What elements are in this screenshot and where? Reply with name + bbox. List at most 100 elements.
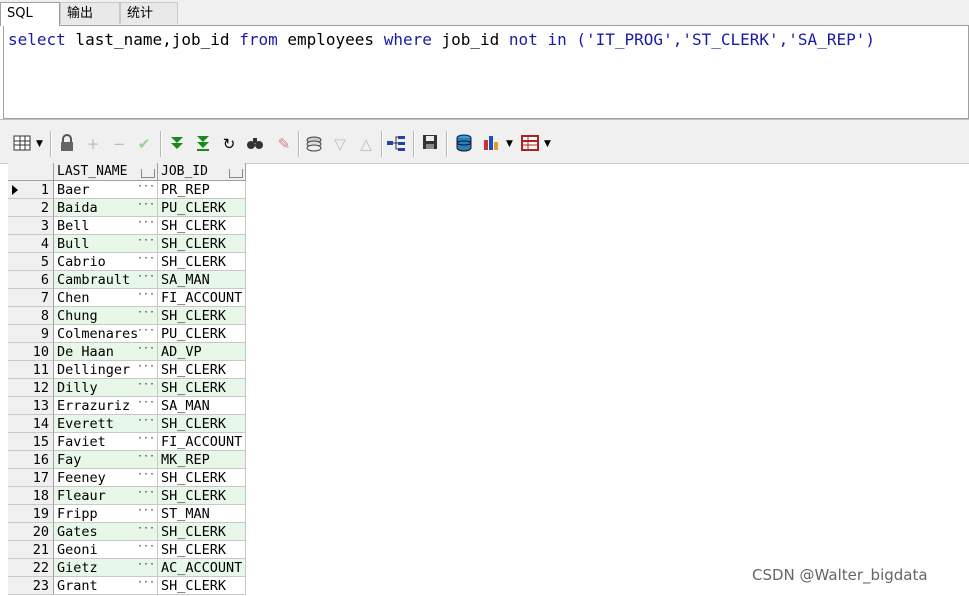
ellipsis-icon[interactable]: ··· xyxy=(137,577,155,592)
column-sort-icon[interactable] xyxy=(229,169,243,178)
table-row[interactable]: 20 Gates ··· SH_CLERK xyxy=(8,523,246,541)
ellipsis-icon[interactable]: ··· xyxy=(137,541,155,556)
table-row[interactable]: 18 Fleaur ··· SH_CLERK xyxy=(8,487,246,505)
cell-last-name[interactable]: Dilly ··· xyxy=(54,379,158,397)
cell-job-id[interactable]: SH_CLERK xyxy=(158,523,246,541)
plus-icon[interactable]: + xyxy=(83,134,103,154)
row-number[interactable]: 13 xyxy=(8,397,54,415)
ellipsis-icon[interactable]: ··· xyxy=(137,181,155,196)
table-row[interactable]: 4 Bull ··· SH_CLERK xyxy=(8,235,246,253)
cell-job-id[interactable]: SH_CLERK xyxy=(158,217,246,235)
ellipsis-icon[interactable]: ··· xyxy=(137,199,155,214)
save-icon[interactable] xyxy=(420,134,440,154)
tab-output[interactable]: 输出 xyxy=(60,2,120,24)
ellipsis-icon[interactable]: ··· xyxy=(137,379,155,394)
row-number[interactable]: 8 xyxy=(8,307,54,325)
table-icon[interactable] xyxy=(520,134,540,154)
ellipsis-icon[interactable]: ··· xyxy=(137,397,155,412)
table-row[interactable]: 6 Cambrault ··· SA_MAN xyxy=(8,271,246,289)
table-row[interactable]: 3 Bell ··· SH_CLERK xyxy=(8,217,246,235)
cell-last-name[interactable]: Grant ··· xyxy=(54,577,158,595)
cell-last-name[interactable]: Bell ··· xyxy=(54,217,158,235)
fetch-next-icon[interactable] xyxy=(167,134,187,154)
row-number[interactable]: 7 xyxy=(8,289,54,307)
cell-last-name[interactable]: Cabrio ··· xyxy=(54,253,158,271)
row-number[interactable]: 10 xyxy=(8,343,54,361)
cell-job-id[interactable]: ST_MAN xyxy=(158,505,246,523)
ellipsis-icon[interactable]: ··· xyxy=(137,325,155,340)
ellipsis-icon[interactable]: ··· xyxy=(137,235,155,250)
ellipsis-icon[interactable]: ··· xyxy=(137,307,155,322)
cell-last-name[interactable]: Everett ··· xyxy=(54,415,158,433)
cell-last-name[interactable]: Baida ··· xyxy=(54,199,158,217)
chevron-down-icon[interactable]: ▼ xyxy=(506,134,513,154)
row-number[interactable]: 2 xyxy=(8,199,54,217)
ellipsis-icon[interactable]: ··· xyxy=(137,487,155,502)
column-header-job-id[interactable]: JOB_ID xyxy=(158,163,246,181)
ellipsis-icon[interactable]: ··· xyxy=(137,523,155,538)
cell-job-id[interactable]: MK_REP xyxy=(158,451,246,469)
ellipsis-icon[interactable]: ··· xyxy=(137,343,155,358)
table-row[interactable]: 5 Cabrio ··· SH_CLERK xyxy=(8,253,246,271)
cell-last-name[interactable]: Chung ··· xyxy=(54,307,158,325)
cell-job-id[interactable]: AC_ACCOUNT xyxy=(158,559,246,577)
minus-icon[interactable]: − xyxy=(109,134,129,154)
cell-job-id[interactable]: PR_REP xyxy=(158,181,246,199)
row-number[interactable]: 17 xyxy=(8,469,54,487)
row-number[interactable]: 1 xyxy=(8,181,54,199)
table-row[interactable]: 11 Dellinger ··· SH_CLERK xyxy=(8,361,246,379)
row-number[interactable]: 14 xyxy=(8,415,54,433)
cell-job-id[interactable]: SH_CLERK xyxy=(158,415,246,433)
table-row[interactable]: 15 Faviet ··· FI_ACCOUNT xyxy=(8,433,246,451)
cell-job-id[interactable]: FI_ACCOUNT xyxy=(158,289,246,307)
cell-last-name[interactable]: Cambrault ··· xyxy=(54,271,158,289)
row-number[interactable]: 16 xyxy=(8,451,54,469)
chevron-down-icon[interactable]: ▼ xyxy=(544,134,551,154)
cell-last-name[interactable]: Feeney ··· xyxy=(54,469,158,487)
table-row[interactable]: 19 Fripp ··· ST_MAN xyxy=(8,505,246,523)
table-row[interactable]: 10 De Haan ··· AD_VP xyxy=(8,343,246,361)
refresh-icon[interactable]: ↻ xyxy=(219,134,239,154)
row-number[interactable]: 12 xyxy=(8,379,54,397)
cell-job-id[interactable]: FI_ACCOUNT xyxy=(158,433,246,451)
table-row[interactable]: 22 Gietz ··· AC_ACCOUNT xyxy=(8,559,246,577)
table-row[interactable]: 9 Colmenares ··· PU_CLERK xyxy=(8,325,246,343)
table-row[interactable]: 14 Everett ··· SH_CLERK xyxy=(8,415,246,433)
cell-last-name[interactable]: Colmenares ··· xyxy=(54,325,158,343)
cell-job-id[interactable]: PU_CLERK xyxy=(158,325,246,343)
cell-job-id[interactable]: SH_CLERK xyxy=(158,469,246,487)
ellipsis-icon[interactable]: ··· xyxy=(137,271,155,286)
cell-last-name[interactable]: Bull ··· xyxy=(54,235,158,253)
table-row[interactable]: 16 Fay ··· MK_REP xyxy=(8,451,246,469)
row-number[interactable]: 22 xyxy=(8,559,54,577)
row-number[interactable]: 9 xyxy=(8,325,54,343)
ellipsis-icon[interactable]: ··· xyxy=(137,253,155,268)
chart-icon[interactable] xyxy=(481,134,501,154)
cell-job-id[interactable]: AD_VP xyxy=(158,343,246,361)
ellipsis-icon[interactable]: ··· xyxy=(137,289,155,304)
query-icon[interactable] xyxy=(304,134,324,154)
row-number[interactable]: 19 xyxy=(8,505,54,523)
fetch-all-icon[interactable] xyxy=(193,134,213,154)
cell-job-id[interactable]: SH_CLERK xyxy=(158,361,246,379)
row-number[interactable]: 20 xyxy=(8,523,54,541)
cell-last-name[interactable]: Gietz ··· xyxy=(54,559,158,577)
cell-job-id[interactable]: SH_CLERK xyxy=(158,379,246,397)
row-number[interactable]: 15 xyxy=(8,433,54,451)
table-row[interactable]: 1 Baer ··· PR_REP xyxy=(8,181,246,199)
cell-job-id[interactable]: SA_MAN xyxy=(158,397,246,415)
cell-last-name[interactable]: Fay ··· xyxy=(54,451,158,469)
cell-last-name[interactable]: Fleaur ··· xyxy=(54,487,158,505)
cell-last-name[interactable]: Dellinger ··· xyxy=(54,361,158,379)
sql-editor[interactable]: select last_name,job_id from employees w… xyxy=(3,26,969,119)
cell-last-name[interactable]: Fripp ··· xyxy=(54,505,158,523)
ellipsis-icon[interactable]: ··· xyxy=(137,559,155,574)
cell-last-name[interactable]: Errazuriz ··· xyxy=(54,397,158,415)
table-row[interactable]: 8 Chung ··· SH_CLERK xyxy=(8,307,246,325)
table-row[interactable]: 23 Grant ··· SH_CLERK xyxy=(8,577,246,595)
cell-job-id[interactable]: SA_MAN xyxy=(158,271,246,289)
ellipsis-icon[interactable]: ··· xyxy=(137,451,155,466)
ellipsis-icon[interactable]: ··· xyxy=(137,505,155,520)
cell-last-name[interactable]: Faviet ··· xyxy=(54,433,158,451)
cell-job-id[interactable]: SH_CLERK xyxy=(158,487,246,505)
